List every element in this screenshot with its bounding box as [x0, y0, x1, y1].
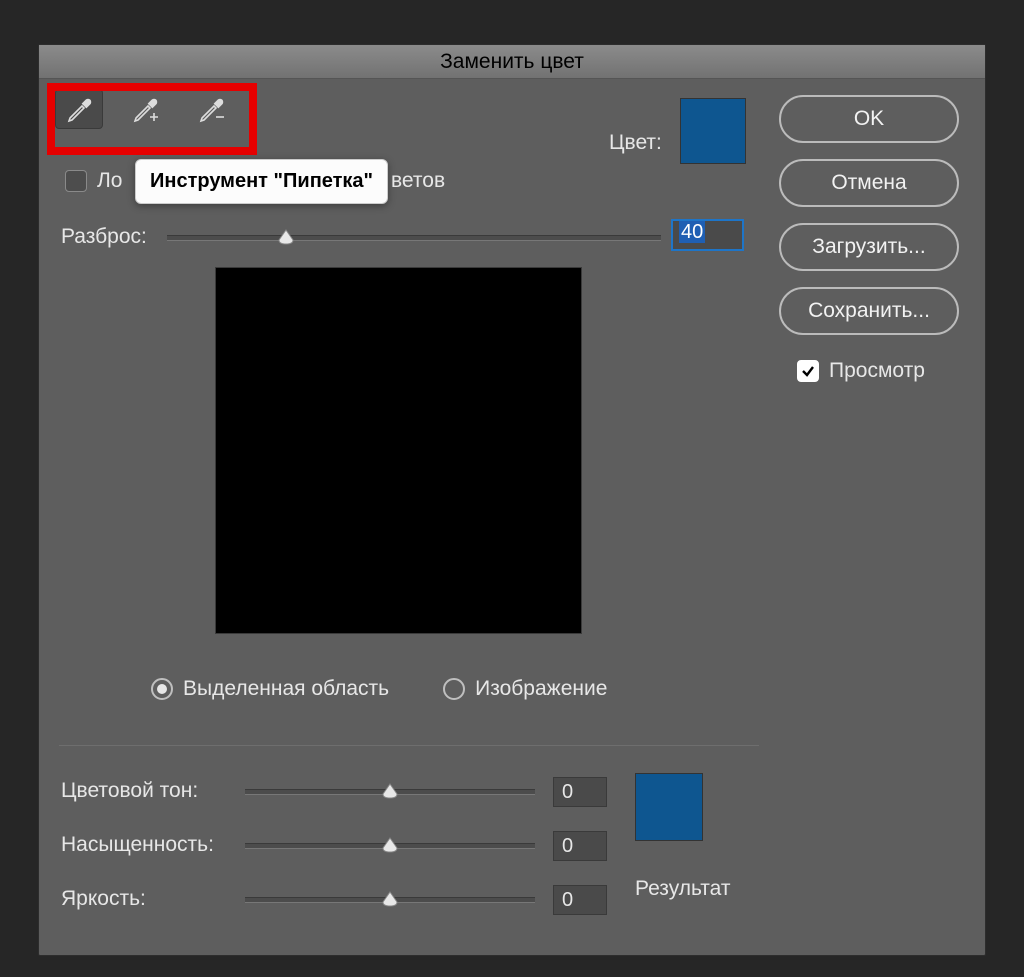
hue-input[interactable]	[553, 777, 607, 807]
preview-checkbox[interactable]	[797, 360, 819, 382]
separator	[59, 745, 759, 746]
dialog-buttons: OK Отмена Загрузить... Сохранить... Прос…	[779, 95, 959, 383]
localized-clusters-row: Ло	[65, 169, 122, 193]
dialog-content: Инструмент "Пипетка" Ло ветов Цвет: Разб…	[39, 79, 985, 955]
selection-preview	[215, 267, 582, 634]
slider-handle-icon	[381, 782, 399, 800]
localized-clusters-checkbox[interactable]	[65, 170, 87, 192]
saturation-label: Насыщенность:	[61, 833, 214, 857]
fuzziness-slider-track[interactable]	[167, 235, 661, 241]
saturation-input[interactable]	[553, 831, 607, 861]
cancel-button[interactable]: Отмена	[779, 159, 959, 207]
radio-selection[interactable]: Выделенная область	[151, 677, 389, 701]
eyedropper-minus-icon	[196, 94, 226, 124]
saturation-slider-track[interactable]	[245, 843, 535, 849]
preview-mode-radio-group: Выделенная область Изображение	[151, 677, 607, 701]
localized-clusters-label-prefix: Ло	[97, 169, 122, 193]
color-swatch[interactable]	[680, 98, 746, 164]
localized-clusters-label-suffix: ветов	[391, 169, 445, 193]
color-label: Цвет:	[609, 131, 662, 155]
eyedropper-icon	[64, 94, 94, 124]
lightness-label: Яркость:	[61, 887, 146, 911]
eyedropper-subtract-button[interactable]	[187, 89, 235, 129]
radio-image-indicator	[443, 678, 465, 700]
save-button[interactable]: Сохранить...	[779, 287, 959, 335]
fuzziness-input[interactable]: 40	[671, 219, 744, 251]
radio-image[interactable]: Изображение	[443, 677, 607, 701]
fuzziness-slider-handle[interactable]	[277, 228, 295, 246]
lightness-slider-track[interactable]	[245, 897, 535, 903]
slider-handle-icon	[381, 836, 399, 854]
load-button[interactable]: Загрузить...	[779, 223, 959, 271]
radio-selection-label: Выделенная область	[183, 677, 389, 701]
radio-selection-indicator	[151, 678, 173, 700]
preview-checkbox-row: Просмотр	[779, 359, 959, 383]
preview-checkbox-label: Просмотр	[829, 359, 925, 383]
eyedropper-button[interactable]	[55, 89, 103, 129]
slider-handle-icon	[277, 228, 295, 246]
radio-image-label: Изображение	[475, 677, 607, 701]
dialog-title: Заменить цвет	[39, 45, 985, 79]
slider-handle-icon	[381, 890, 399, 908]
hue-slider-track[interactable]	[245, 789, 535, 795]
result-label: Результат	[635, 877, 731, 901]
saturation-slider-handle[interactable]	[381, 836, 399, 854]
eyedropper-add-button[interactable]	[121, 89, 169, 129]
replace-color-dialog: Заменить цвет	[38, 44, 986, 956]
fuzziness-label: Разброс:	[61, 225, 147, 249]
eyedropper-toolbar	[55, 89, 235, 129]
lightness-slider-handle[interactable]	[381, 890, 399, 908]
hue-slider-handle[interactable]	[381, 782, 399, 800]
check-icon	[800, 363, 816, 379]
result-swatch[interactable]	[635, 773, 703, 841]
eyedropper-tooltip: Инструмент "Пипетка"	[135, 159, 388, 204]
eyedropper-plus-icon	[130, 94, 160, 124]
lightness-input[interactable]	[553, 885, 607, 915]
hue-label: Цветовой тон:	[61, 779, 198, 803]
ok-button[interactable]: OK	[779, 95, 959, 143]
